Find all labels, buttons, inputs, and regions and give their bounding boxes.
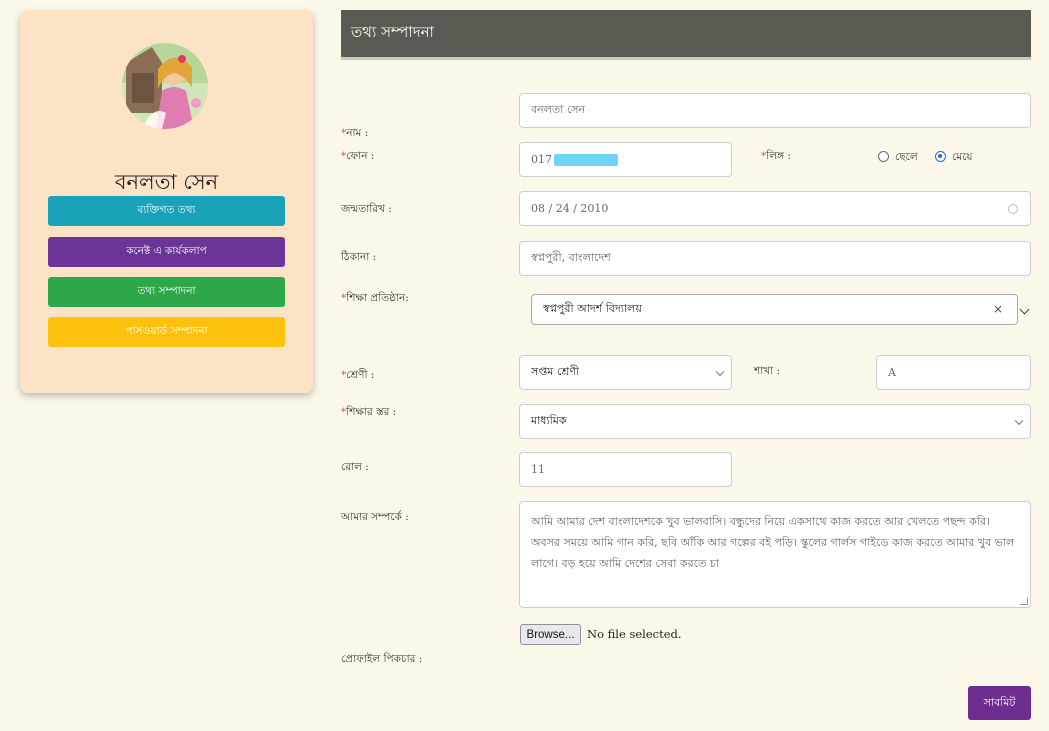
gender-radio-girl[interactable] <box>935 151 946 162</box>
about-label: আমার সম্পর্কে : <box>341 511 409 523</box>
chevron-down-icon <box>1014 416 1024 425</box>
sidebar-item-edit-info[interactable]: তথ্য সম্পাদনা <box>48 277 285 307</box>
gender-radio-boy[interactable] <box>878 151 889 162</box>
file-status: No file selected. <box>587 627 682 641</box>
sidebar-item-personal-info[interactable]: ব্যক্তিগত তথ্য <box>48 196 285 226</box>
section-value: A <box>888 366 896 379</box>
institution-label: *শিক্ষা প্রতিষ্ঠান: <box>341 292 409 304</box>
avatar <box>122 43 208 129</box>
page-title: তথ্য সম্পাদনা <box>341 10 1031 60</box>
roll-value: 11 <box>531 463 545 476</box>
profile-card: বনলতা সেন ব্যক্তিগত তথ্য কনেক্ট এ কার্যক… <box>20 10 313 393</box>
name-input[interactable]: বনলতা সেন <box>519 93 1031 128</box>
sidebar-item-edit-password[interactable]: পাসওয়ার্ড সম্পাদনা <box>48 317 285 347</box>
dob-input[interactable]: 08 / 24 / 2010 <box>519 191 1031 226</box>
dob-label: জন্মতারিখ : <box>341 203 392 215</box>
class-value: সপ্তম শ্রেণী <box>531 365 580 378</box>
section-label: শাখা : <box>754 365 781 377</box>
class-select[interactable]: সপ্তম শ্রেণী <box>519 355 732 390</box>
about-value: আমি আমার দেশ বাংলাদেশকে খুব ভালবাসি। বন্… <box>531 515 1015 570</box>
institution-select[interactable]: স্বপ্নপুরী আদর্শ বিদ্যালয় × <box>531 294 1018 325</box>
level-select[interactable]: মাধ্যমিক <box>519 404 1031 439</box>
name-value: বনলতা সেন <box>531 103 586 116</box>
roll-label: রোল : <box>341 461 369 473</box>
dob-value: 08 / 24 / 2010 <box>531 202 609 215</box>
phone-label: *ফোন : <box>341 150 375 162</box>
clear-icon[interactable] <box>1008 204 1018 214</box>
class-label: *শ্রেণী : <box>341 369 375 381</box>
name-label: *নাম : <box>341 127 369 139</box>
roll-input[interactable]: 11 <box>519 452 732 487</box>
avatar-image <box>122 43 208 129</box>
sidebar-item-activities[interactable]: কনেক্ট এ কার্যকলাপ <box>48 237 285 267</box>
gender-option-boy: ছেলে <box>895 151 918 163</box>
picture-label: প্রোফাইল পিকচার : <box>341 653 423 665</box>
level-value: মাধ্যমিক <box>531 414 567 427</box>
phone-input[interactable]: 017 <box>519 142 732 177</box>
chevron-down-icon <box>715 367 725 376</box>
browse-button[interactable]: Browse... <box>520 624 581 645</box>
level-label: *শিক্ষার স্তর : <box>341 406 397 418</box>
about-textarea[interactable]: আমি আমার দেশ বাংলাদেশকে খুব ভালবাসি। বন্… <box>519 501 1031 608</box>
institution-value: স্বপ্নপুরী আদর্শ বিদ্যালয় <box>543 302 642 315</box>
phone-value: 017 <box>531 153 552 166</box>
address-value: স্বপ্নপুরী, বাংলাদেশ <box>531 251 611 264</box>
resize-handle-icon[interactable] <box>1020 597 1028 605</box>
chevron-down-icon[interactable] <box>1019 304 1030 315</box>
address-label: ঠিকানা : <box>341 251 377 263</box>
section-input[interactable]: A <box>876 355 1031 390</box>
submit-button[interactable]: সাবমিট <box>968 686 1031 720</box>
clear-selection-icon[interactable]: × <box>993 302 1003 316</box>
gender-option-girl: মেয়ে <box>952 151 973 163</box>
gender-label: *লিঙ্গ : <box>761 150 791 162</box>
redacted-mark <box>554 153 618 166</box>
address-input[interactable]: স্বপ্নপুরী, বাংলাদেশ <box>519 241 1031 276</box>
